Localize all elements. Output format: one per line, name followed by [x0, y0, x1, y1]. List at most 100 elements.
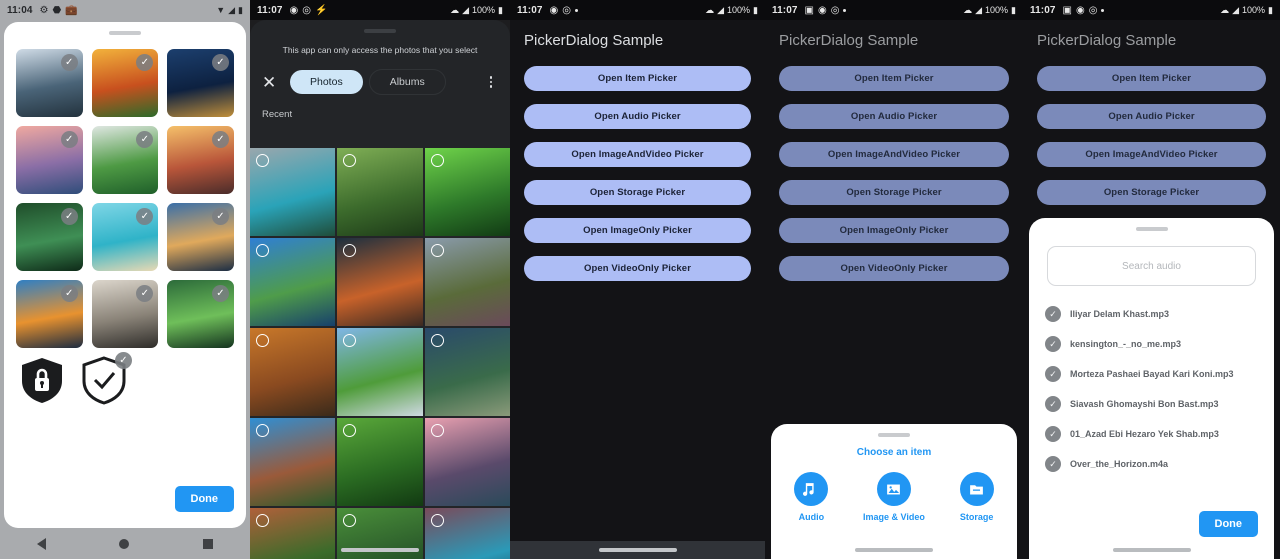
choose-option-image-video[interactable]: Image & Video — [863, 472, 925, 522]
thumbnail-snow-mountain-forest[interactable]: ✓ — [16, 49, 83, 117]
photo-cell-pink-sunset-lake[interactable] — [424, 418, 510, 506]
sheet-grabber[interactable] — [878, 433, 910, 437]
gesture-bar[interactable] — [510, 541, 765, 559]
screenshot-strip: 11:04 ⚙ ⬣ 💼 ▼ ◢ ▮ ✓ ✓ ✓ ✓ ✓ ✓ ✓ ✓ ✓ ✓ ✓ ✓ — [0, 0, 1280, 559]
tab-photos[interactable]: Photos — [290, 70, 363, 94]
status-time: 11:07 — [517, 4, 543, 16]
check-circle-icon[interactable]: ✓ — [1045, 366, 1061, 382]
photo-cell-mountain-lake-pines[interactable] — [250, 148, 336, 236]
gesture-bar[interactable] — [1023, 541, 1280, 559]
battery-icon: ▮ — [1011, 4, 1016, 15]
selection-circle-icon[interactable] — [256, 244, 269, 257]
gesture-bar[interactable] — [765, 541, 1023, 559]
lock-shield-icon[interactable] — [16, 354, 68, 406]
button-open-imageandvideo-picker[interactable]: Open ImageAndVideo Picker — [524, 142, 751, 167]
thumbnail-green-swamp-forest[interactable]: ✓ — [167, 280, 234, 348]
sheet-grabber[interactable] — [364, 29, 396, 33]
button-open-imageandvideo-picker[interactable]: Open ImageAndVideo Picker — [1037, 142, 1266, 167]
button-open-audio-picker[interactable]: Open Audio Picker — [779, 104, 1009, 129]
check-circle-icon[interactable]: ✓ — [1045, 336, 1061, 352]
button-open-videoonly-picker[interactable]: Open VideoOnly Picker — [779, 256, 1009, 281]
back-icon[interactable] — [36, 537, 46, 550]
check-circle-icon[interactable]: ✓ — [1045, 426, 1061, 442]
audio-list-item[interactable]: ✓ 01_Azad Ebi Hezaro Yek Shab.mp3 — [1029, 419, 1274, 449]
photo-cell-green-creek-woods[interactable] — [424, 148, 510, 236]
button-open-item-picker[interactable]: Open Item Picker — [779, 66, 1009, 91]
thumbnail-waterfall-forest[interactable]: ✓ — [16, 203, 83, 271]
at-icon: ◉ — [289, 4, 299, 16]
at-icon: ◎ — [1088, 4, 1098, 16]
battery-percent-label: 100% — [727, 5, 751, 15]
audio-list-item[interactable]: ✓ Morteza Pashaei Bayad Kari Koni.mp3 — [1029, 359, 1274, 389]
close-icon[interactable]: ✕ — [262, 74, 284, 91]
audio-list-item[interactable]: ✓ kensington_-_no_me.mp3 — [1029, 329, 1274, 359]
selection-circle-icon[interactable] — [256, 334, 269, 347]
selection-circle-icon[interactable] — [430, 244, 444, 257]
selection-circle-icon[interactable] — [430, 514, 444, 527]
sheet-grabber[interactable] — [1135, 227, 1168, 231]
picker-button-list: Open Item Picker Open Audio Picker Open Im… — [510, 49, 765, 281]
selection-circle-icon[interactable] — [256, 154, 269, 167]
button-open-storage-picker[interactable]: Open Storage Picker — [524, 180, 751, 205]
thumbnail-temple-lake-sunset[interactable]: ✓ — [16, 126, 83, 194]
dot-icon — [1101, 8, 1105, 12]
photo-cell-pier-dusk-sky[interactable] — [337, 238, 423, 326]
home-icon[interactable] — [119, 538, 130, 549]
selection-circle-icon[interactable] — [430, 334, 444, 347]
button-open-imageonly-picker[interactable]: Open ImageOnly Picker — [524, 218, 751, 243]
check-circle-icon[interactable]: ✓ — [1045, 456, 1061, 472]
at-icon: ◎ — [562, 4, 571, 16]
audio-list-item[interactable]: ✓ Siavash Ghomayshi Bon Bast.mp3 — [1029, 389, 1274, 419]
tab-albums[interactable]: Albums — [368, 69, 446, 95]
photo-cell-green-hillside[interactable] — [337, 418, 423, 506]
photo-cell-snow-peaks-meadow[interactable] — [337, 328, 423, 416]
photo-cell-forest-trail[interactable] — [337, 148, 423, 236]
choose-item-row: Audio Image & Video Storage — [771, 472, 1017, 522]
gesture-bar[interactable] — [250, 541, 510, 559]
status-bar: 11:07 ▣ ◉ ◎ ☁ ◢ 100% ▮ — [1023, 0, 1280, 20]
thumbnail-golden-gate-night[interactable]: ✓ — [167, 49, 234, 117]
button-open-imageandvideo-picker[interactable]: Open ImageAndVideo Picker — [779, 142, 1009, 167]
thumbnail-sand-dunes[interactable]: ✓ — [91, 280, 159, 348]
panel-picker-dialog-sample: 11:07 ◉ ◎ ☁ ◢ 100% ▮ PickerDialog Sample… — [510, 0, 765, 559]
audio-track-list: ✓ Iliyar Delam Khast.mp3 ✓ kensington_-_no_… — [1029, 299, 1274, 479]
button-open-item-picker[interactable]: Open Item Picker — [524, 66, 751, 91]
choose-option-storage[interactable]: Storage — [959, 472, 994, 522]
selection-circle-icon[interactable] — [256, 424, 269, 437]
audio-list-item[interactable]: ✓ Over_the_Horizon.m4a — [1029, 449, 1274, 479]
button-open-imageonly-picker[interactable]: Open ImageOnly Picker — [779, 218, 1009, 243]
thumbnail-grid: ✓ ✓ ✓ ✓ ✓ ✓ ✓ ✓ ✓ ✓ ✓ ✓ — [4, 35, 246, 348]
button-open-storage-picker[interactable]: Open Storage Picker — [779, 180, 1009, 205]
selection-circle-icon[interactable] — [256, 514, 269, 527]
photo-cell-blue-cabin-valley[interactable] — [424, 328, 510, 416]
thumbnail-autumn-maple-tree[interactable]: ✓ — [91, 49, 159, 117]
photo-cell-alpine-meadow-blue[interactable] — [250, 238, 336, 326]
check-circle-icon[interactable]: ✓ — [1045, 396, 1061, 412]
check-shield-icon[interactable]: ✓ — [78, 352, 132, 406]
more-vert-icon[interactable] — [484, 74, 498, 90]
photo-cell-heather-hills[interactable] — [424, 238, 510, 326]
selection-circle-icon[interactable] — [430, 424, 444, 437]
selection-circle-icon[interactable] — [430, 154, 444, 167]
thumbnail-orange-sunset-river[interactable]: ✓ — [16, 280, 83, 348]
audio-list-item[interactable]: ✓ Iliyar Delam Khast.mp3 — [1029, 299, 1274, 329]
button-open-storage-picker[interactable]: Open Storage Picker — [1037, 180, 1266, 205]
thumbnail-palm-beach-turquoise[interactable]: ✓ — [91, 203, 159, 271]
button-open-videoonly-picker[interactable]: Open VideoOnly Picker — [524, 256, 751, 281]
done-button[interactable]: Done — [174, 486, 234, 512]
thumbnail-green-valley-jungle[interactable]: ✓ — [91, 126, 159, 194]
thumbnail-ocean-sunset-clouds[interactable]: ✓ — [167, 203, 234, 271]
photo-cell-canyon-blue-sky[interactable] — [250, 418, 336, 506]
button-open-audio-picker[interactable]: Open Audio Picker — [1037, 104, 1266, 129]
vector-icon-row: ✓ — [4, 348, 246, 406]
photo-cell-autumn-road[interactable] — [250, 328, 336, 416]
choose-option-audio[interactable]: Audio — [794, 472, 829, 522]
done-button[interactable]: Done — [1198, 511, 1258, 537]
check-circle-icon[interactable]: ✓ — [1045, 306, 1061, 322]
thumbnail-beach-sunset-rocks[interactable]: ✓ — [167, 126, 234, 194]
recents-icon[interactable] — [203, 538, 214, 549]
search-audio-input[interactable]: Search audio — [1047, 246, 1256, 286]
dot-icon — [575, 8, 578, 12]
button-open-audio-picker[interactable]: Open Audio Picker — [524, 104, 751, 129]
button-open-item-picker[interactable]: Open Item Picker — [1037, 66, 1266, 91]
